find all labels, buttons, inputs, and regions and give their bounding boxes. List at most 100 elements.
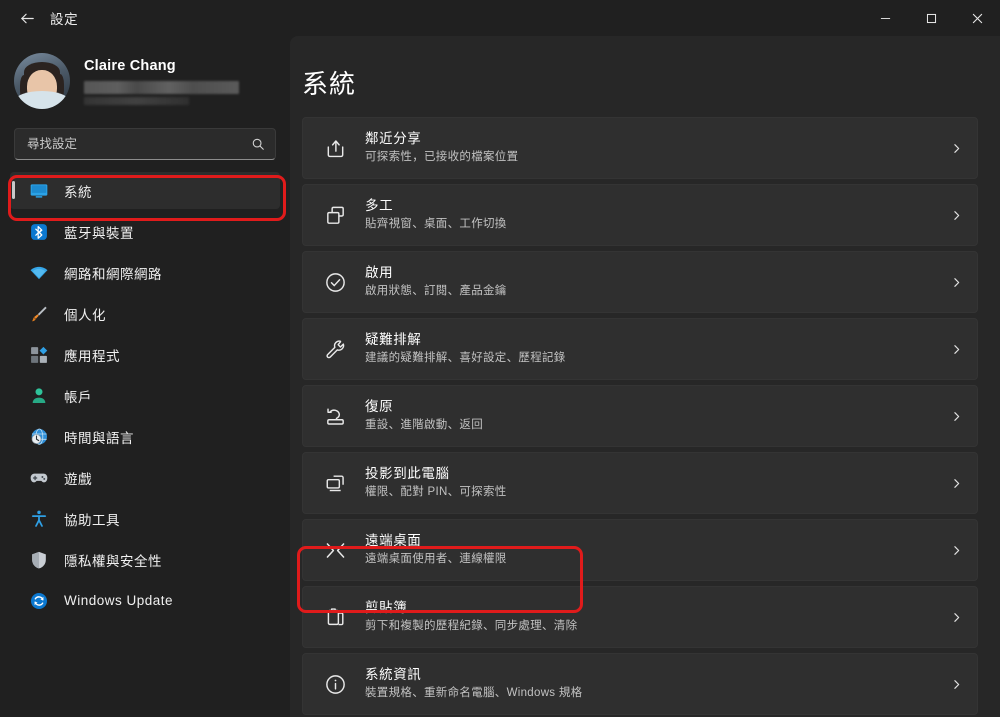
chevron-right-icon [950,276,963,289]
settings-card-nearby-sharing[interactable]: 鄰近分享 可探索性，已接收的檔案位置 [302,117,978,179]
card-title: 鄰近分享 [365,131,422,147]
arrow-left-icon [20,13,34,23]
settings-card-recovery[interactable]: 復原 重設、進階啟動、返回 [302,385,978,447]
card-subtitle: 重設、進階啟動、返回 [365,419,483,432]
search-input[interactable] [27,137,251,151]
sidebar-item-network-internet[interactable]: 網路和網際網路 [10,254,280,291]
card-subtitle: 遠端桌面使用者、連線權限 [365,553,507,566]
chevron-right-icon [950,209,963,222]
share-icon [317,130,353,166]
card-title: 多工 [365,198,394,214]
update-refresh-icon [28,590,50,612]
card-text: 遠端桌面 遠端桌面使用者、連線權限 [365,532,950,568]
sidebar-item-label: 系統 [64,184,92,200]
avatar [14,53,70,109]
minimize-button[interactable] [862,0,908,36]
card-subtitle: 可探索性，已接收的檔案位置 [365,151,519,164]
profile-section[interactable]: Claire Chang [0,42,290,116]
chevron-right-icon [950,477,963,490]
paintbrush-icon [28,303,50,325]
settings-card-list: 鄰近分享 可探索性，已接收的檔案位置 多工 貼齊視窗、桌面、工作切換 啟用 啟用… [302,117,978,715]
settings-card-clipboard[interactable]: 剪貼簿 剪下和複製的歷程紀錄、同步處理、清除 [302,586,978,648]
card-title: 復原 [365,399,394,415]
card-subtitle: 剪下和複製的歷程紀錄、同步處理、清除 [365,620,578,633]
remote-desktop-icon [317,532,353,568]
search-icon [251,137,265,151]
card-text: 疑難排解 建議的疑難排解、喜好設定、歷程記錄 [365,331,950,367]
sidebar-item-label: 帳戶 [64,389,92,405]
sidebar-item-label: Windows Update [64,593,174,608]
card-title: 系統資訊 [365,667,422,683]
sidebar-item-label: 個人化 [64,307,106,323]
card-title: 剪貼簿 [365,600,408,616]
card-subtitle: 貼齊視窗、桌面、工作切換 [365,218,507,231]
card-subtitle: 啟用狀態、訂閱、產品金鑰 [365,285,507,298]
close-button[interactable] [954,0,1000,36]
sidebar-item-label: 時間與語言 [64,430,134,446]
card-title: 疑難排解 [365,332,422,348]
sidebar-item-time-language[interactable]: 時間與語言 [10,418,280,455]
chevron-right-icon [950,544,963,557]
maximize-button[interactable] [908,0,954,36]
settings-card-remote-desktop[interactable]: 遠端桌面 遠端桌面使用者、連線權限 [302,519,978,581]
main-panel: 系統 鄰近分享 可探索性，已接收的檔案位置 多工 貼齊視窗、桌面、工作切換 啟用… [290,36,1000,717]
check-circle-icon [317,264,353,300]
card-subtitle: 權限、配對 PIN、可探索性 [365,486,507,499]
page-title: 系統 [302,69,357,99]
sidebar-item-label: 網路和網際網路 [64,266,162,282]
sidebar-item-accessibility[interactable]: 協助工具 [10,500,280,537]
back-button[interactable] [10,3,44,33]
close-icon [972,13,982,23]
profile-email-redacted-line2 [84,96,189,105]
search-section [0,116,290,160]
sidebar-item-apps[interactable]: 應用程式 [10,336,280,373]
minimize-icon [880,17,890,19]
chevron-right-icon [950,678,963,691]
sidebar-item-accounts[interactable]: 帳戶 [10,377,280,414]
search-box[interactable] [14,128,276,160]
chevron-right-icon [950,343,963,356]
card-text: 啟用 啟用狀態、訂閱、產品金鑰 [365,264,950,300]
card-subtitle: 裝置規格、重新命名電腦、Windows 規格 [365,687,583,700]
app-title: 設定 [50,12,79,27]
profile-email-redacted [84,80,239,94]
sidebar-item-personalization[interactable]: 個人化 [10,295,280,332]
wrench-icon [317,331,353,367]
wifi-icon [28,262,50,284]
card-text: 系統資訊 裝置規格、重新命名電腦、Windows 規格 [365,666,950,702]
projection-icon [317,465,353,501]
sidebar-item-label: 隱私權與安全性 [64,553,162,569]
gamepad-icon [28,467,50,489]
apps-grid-icon [28,344,50,366]
card-title: 投影到此電腦 [365,466,450,482]
chevron-right-icon [950,142,963,155]
sidebar-nav: 系統 藍牙與裝置 網路和網際網路 個人化 應用程式 帳戶 時間與語言 遊戲 協助… [0,172,290,623]
sidebar-item-system[interactable]: 系統 [10,172,280,209]
card-text: 多工 貼齊視窗、桌面、工作切換 [365,197,950,233]
settings-card-troubleshoot[interactable]: 疑難排解 建議的疑難排解、喜好設定、歷程記錄 [302,318,978,380]
card-title: 啟用 [365,265,394,281]
clipboard-icon [317,599,353,635]
sidebar: Claire Chang 尋找設定 系統 藍牙與裝置 網路和網際網路 個人化 應… [0,36,290,717]
settings-card-projecting[interactable]: 投影到此電腦 權限、配對 PIN、可探索性 [302,452,978,514]
window-controls [862,0,1000,36]
card-title: 遠端桌面 [365,533,422,549]
sidebar-item-privacy-security[interactable]: 隱私權與安全性 [10,541,280,578]
maximize-icon [926,13,936,23]
recovery-icon [317,398,353,434]
card-text: 鄰近分享 可探索性，已接收的檔案位置 [365,130,950,166]
card-text: 復原 重設、進階啟動、返回 [365,398,950,434]
settings-card-about[interactable]: 系統資訊 裝置規格、重新命名電腦、Windows 規格 [302,653,978,715]
sidebar-item-windows-update[interactable]: Windows Update [10,582,280,619]
settings-card-multitasking[interactable]: 多工 貼齊視窗、桌面、工作切換 [302,184,978,246]
profile-name: Claire Chang [84,57,176,74]
sidebar-item-label: 應用程式 [64,348,120,364]
sidebar-item-gaming[interactable]: 遊戲 [10,459,280,496]
bluetooth-icon [28,221,50,243]
card-text: 投影到此電腦 權限、配對 PIN、可探索性 [365,465,950,501]
sidebar-item-bluetooth-devices[interactable]: 藍牙與裝置 [10,213,280,250]
sidebar-item-label: 協助工具 [64,512,120,528]
settings-card-activation[interactable]: 啟用 啟用狀態、訂閱、產品金鑰 [302,251,978,313]
window-body: Claire Chang 尋找設定 系統 藍牙與裝置 網路和網際網路 個人化 應… [0,36,1000,717]
accessibility-person-icon [28,508,50,530]
